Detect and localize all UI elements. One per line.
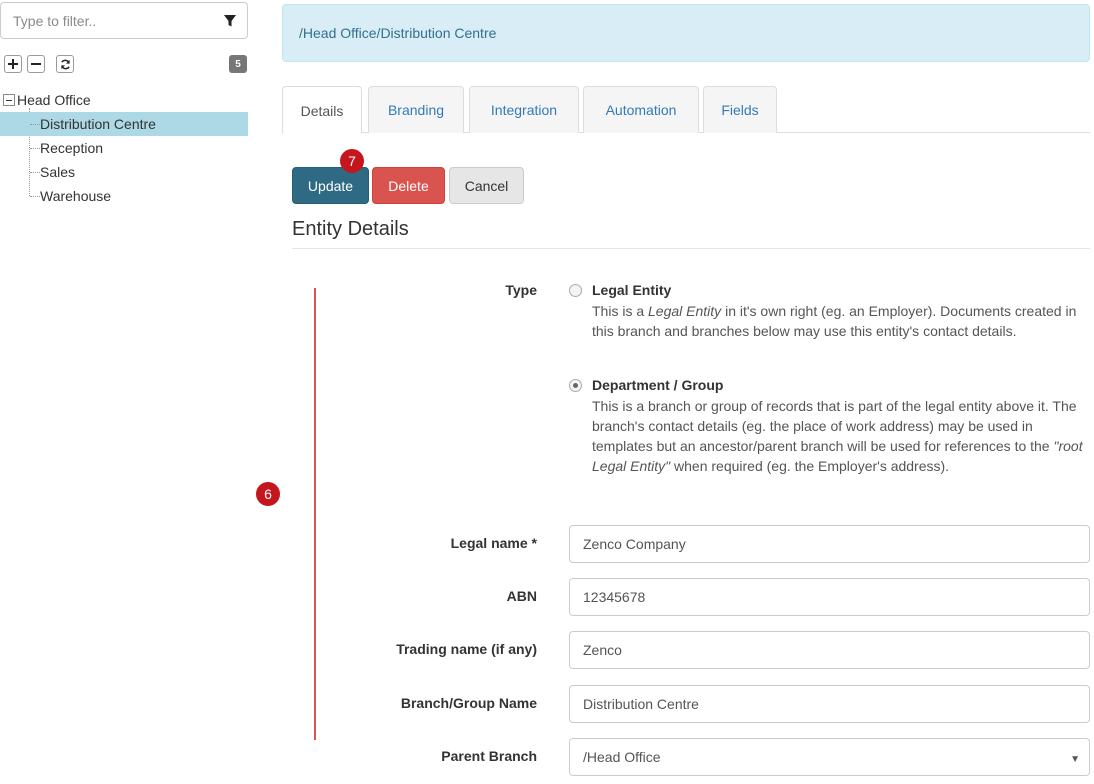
section-title: Entity Details — [292, 218, 409, 240]
tree-filter-input[interactable] — [1, 3, 201, 38]
legal-entity-radio[interactable] — [569, 284, 582, 297]
branch-name-label: Branch/Group Name — [400, 695, 537, 711]
tab-branding[interactable]: Branding — [368, 86, 464, 133]
legal-name-field[interactable] — [569, 525, 1090, 563]
abn-label: ABN — [506, 588, 537, 604]
collapse-node-icon[interactable] — [3, 94, 15, 106]
legal-name-label: Legal name * — [450, 535, 537, 551]
department-group-description: This is a branch or group of records tha… — [592, 398, 1083, 474]
tree-node-label: Reception — [40, 140, 104, 156]
type-label: Type — [505, 282, 537, 298]
breadcrumb-path: /Head Office/Distribution Centre — [299, 25, 497, 41]
parent-branch-value: /Head Office — [583, 749, 661, 765]
minus-icon — [31, 63, 41, 65]
tree-node-label: Warehouse — [40, 188, 112, 204]
tree-node-label: Head Office — [17, 92, 91, 108]
annotation-line — [314, 288, 316, 740]
parent-branch-select[interactable]: /Head Office ▼ — [569, 738, 1090, 776]
trading-name-field[interactable] — [569, 631, 1090, 669]
tree-node-sales[interactable]: Sales — [0, 160, 248, 184]
parent-branch-label: Parent Branch — [441, 748, 537, 764]
tree-node-reception[interactable]: Reception — [0, 136, 248, 160]
trading-name-label: Trading name (if any) — [396, 641, 537, 657]
legal-entity-title: Legal Entity — [592, 282, 672, 298]
tree-node-label: Sales — [40, 164, 76, 180]
entity-tabs: Details Branding Integration Automation … — [282, 86, 1090, 134]
tab-automation[interactable]: Automation — [583, 86, 699, 133]
tab-integration[interactable]: Integration — [469, 86, 579, 133]
tree-node-distribution-centre[interactable]: Distribution Centre — [0, 112, 248, 136]
expand-all-button[interactable] — [4, 55, 22, 73]
collapse-all-button[interactable] — [27, 55, 45, 73]
refresh-icon — [60, 59, 70, 69]
department-group-title: Department / Group — [592, 377, 724, 393]
branch-count-badge: 5 — [229, 55, 247, 73]
breadcrumb: /Head Office/Distribution Centre — [282, 4, 1090, 62]
section-divider — [292, 248, 1090, 249]
department-group-radio[interactable] — [569, 379, 582, 392]
tree-filter — [0, 2, 248, 39]
chevron-down-icon: ▼ — [1070, 754, 1080, 765]
legal-entity-description: This is a Legal Entity in it's own right… — [592, 303, 1077, 339]
tree-node-label: Distribution Centre — [40, 116, 156, 132]
delete-button[interactable]: Delete — [372, 167, 445, 204]
tab-fields[interactable]: Fields — [703, 86, 777, 133]
filter-icon[interactable] — [223, 14, 237, 28]
annotation-marker-7: 7 — [340, 149, 364, 173]
tab-details[interactable]: Details — [282, 86, 362, 134]
annotation-marker-6: 6 — [256, 482, 280, 506]
tree-node-warehouse[interactable]: Warehouse — [0, 184, 248, 208]
cancel-button[interactable]: Cancel — [449, 167, 524, 204]
update-button[interactable]: Update — [292, 167, 369, 204]
abn-field[interactable] — [569, 578, 1090, 616]
plus-icon — [8, 59, 18, 69]
branch-name-field[interactable] — [569, 685, 1090, 723]
refresh-tree-button[interactable] — [56, 55, 74, 73]
tree-node-head-office[interactable]: Head Office — [3, 89, 91, 111]
